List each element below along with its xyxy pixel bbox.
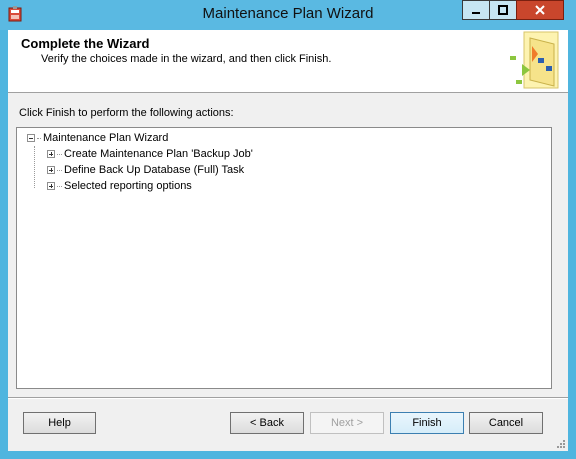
tree-connector (57, 169, 62, 171)
page-subtitle: Verify the choices made in the wizard, a… (41, 53, 332, 65)
back-button[interactable]: < Back (230, 412, 304, 434)
close-button[interactable] (516, 0, 564, 20)
tree-item-label: Create Maintenance Plan 'Backup Job' (64, 148, 253, 160)
minimize-button[interactable] (462, 0, 490, 20)
tree-item-label: Define Back Up Database (Full) Task (64, 164, 245, 176)
wizard-window: Maintenance Plan Wizard Complete the Wiz… (0, 0, 576, 459)
tree-connector (57, 153, 62, 155)
title-bar[interactable]: Maintenance Plan Wizard (0, 0, 576, 30)
cancel-button[interactable]: Cancel (469, 412, 543, 434)
instruction-text: Click Finish to perform the following ac… (19, 107, 234, 119)
maximize-button[interactable] (489, 0, 517, 20)
page-title: Complete the Wizard (21, 36, 150, 51)
tree-connector (37, 137, 41, 139)
expand-icon[interactable] (47, 166, 55, 174)
next-button[interactable]: Next > (310, 412, 384, 434)
tree-root-label: Maintenance Plan Wizard (43, 132, 169, 144)
resize-grip-icon[interactable] (556, 439, 566, 449)
actions-tree[interactable]: Maintenance Plan Wizard Create Maintenan… (16, 127, 552, 389)
expand-icon[interactable] (47, 182, 55, 190)
tree-item[interactable]: Create Maintenance Plan 'Backup Job' (47, 148, 253, 160)
wizard-header: Complete the Wizard Verify the choices m… (8, 30, 568, 93)
finish-button[interactable]: Finish (390, 412, 464, 434)
footer-separator (8, 397, 568, 399)
tree-item-label: Selected reporting options (64, 180, 192, 192)
expand-icon[interactable] (47, 150, 55, 158)
tree-root[interactable]: Maintenance Plan Wizard (27, 132, 168, 144)
collapse-icon[interactable] (27, 134, 35, 142)
wizard-graphic-icon (510, 31, 559, 89)
tree-guide-line (34, 146, 35, 188)
minimize-icon (472, 12, 480, 14)
tree-item[interactable]: Define Back Up Database (Full) Task (47, 164, 244, 176)
help-button[interactable]: Help (23, 412, 96, 434)
tree-item[interactable]: Selected reporting options (47, 180, 192, 192)
maximize-icon (498, 5, 508, 15)
tree-connector (57, 185, 62, 187)
wizard-client-area: Complete the Wizard Verify the choices m… (8, 30, 568, 451)
close-icon (535, 5, 545, 15)
